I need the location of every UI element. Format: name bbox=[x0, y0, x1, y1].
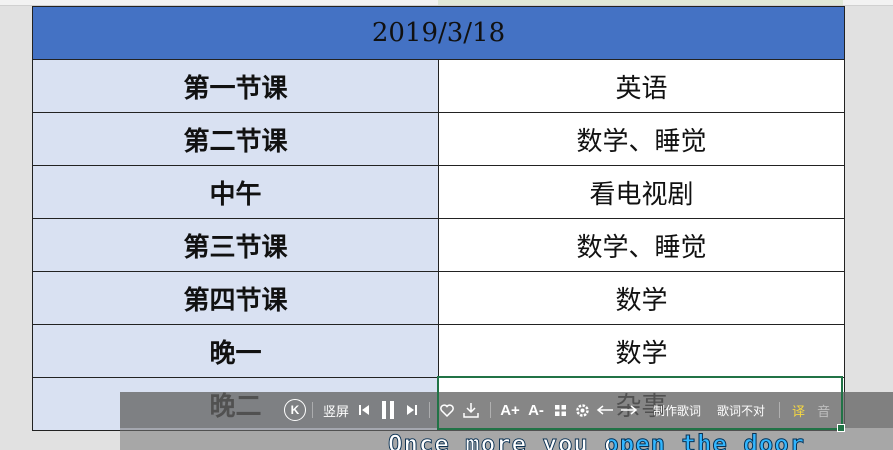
table-row: 晚一 数学 bbox=[32, 324, 845, 378]
lyric-text: Once more you open the door bbox=[387, 430, 805, 450]
forward-icon[interactable] bbox=[617, 405, 641, 415]
period-label-cell[interactable]: 中午 bbox=[32, 165, 439, 219]
previous-icon[interactable] bbox=[353, 404, 375, 416]
pause-icon[interactable] bbox=[375, 400, 401, 420]
activity-cell[interactable]: 数学 bbox=[438, 271, 845, 325]
lyric-display: Once more you open the door bbox=[120, 428, 893, 450]
activity-cell[interactable]: 看电视剧 bbox=[438, 165, 845, 219]
table-row: 中午 看电视剧 bbox=[32, 165, 845, 219]
divider bbox=[779, 402, 781, 418]
settings-icon[interactable] bbox=[571, 403, 593, 418]
translate-button[interactable]: 译 bbox=[786, 401, 811, 420]
font-increase-button[interactable]: A+ bbox=[497, 402, 523, 419]
k-song-label: K bbox=[290, 403, 300, 417]
period-label-cell[interactable]: 第一节课 bbox=[32, 59, 439, 113]
activity-cell[interactable]: 数学 bbox=[438, 324, 845, 378]
k-song-icon[interactable]: K bbox=[284, 399, 306, 421]
period-label-cell[interactable]: 第二节课 bbox=[32, 112, 439, 166]
download-icon[interactable] bbox=[458, 402, 484, 418]
selected-column-header[interactable] bbox=[438, 0, 843, 5]
divider bbox=[429, 402, 431, 418]
font-decrease-button[interactable]: A- bbox=[523, 402, 549, 419]
table-row: 第二节课 数学、睡觉 bbox=[32, 112, 845, 166]
divider bbox=[312, 402, 313, 418]
grid-icon[interactable] bbox=[549, 404, 571, 416]
vertical-screen-button[interactable]: 竖屏 bbox=[319, 401, 353, 420]
title-row: 2019/3/18 bbox=[32, 6, 845, 60]
activity-cell[interactable]: 英语 bbox=[438, 59, 845, 113]
period-label-cell[interactable]: 第三节课 bbox=[32, 218, 439, 272]
date-title-cell[interactable]: 2019/3/18 bbox=[32, 6, 845, 60]
make-lyrics-button[interactable]: 制作歌词 bbox=[641, 402, 709, 419]
like-icon[interactable] bbox=[436, 403, 458, 417]
table-row: 第四节课 数学 bbox=[32, 271, 845, 325]
schedule-table: 2019/3/18 第一节课 英语 第二节课 数学、睡觉 中午 看电视剧 第三节… bbox=[32, 6, 845, 431]
next-icon[interactable] bbox=[401, 404, 423, 416]
activity-cell[interactable]: 数学、睡觉 bbox=[438, 218, 845, 272]
activity-cell[interactable]: 数学、睡觉 bbox=[438, 112, 845, 166]
table-row: 第一节课 英语 bbox=[32, 59, 845, 113]
back-icon[interactable] bbox=[593, 405, 617, 415]
desktop-lyrics-toolbar: K 竖屏 A+ A- 制作歌词 歌词不对 译 音 bbox=[120, 392, 893, 428]
phonetic-button[interactable]: 音 bbox=[811, 401, 836, 420]
wrong-lyrics-button[interactable]: 歌词不对 bbox=[709, 402, 773, 419]
period-label-cell[interactable]: 第四节课 bbox=[32, 271, 439, 325]
period-label-cell[interactable]: 晚一 bbox=[32, 324, 439, 378]
table-row: 第三节课 数学、睡觉 bbox=[32, 218, 845, 272]
divider bbox=[490, 402, 492, 418]
